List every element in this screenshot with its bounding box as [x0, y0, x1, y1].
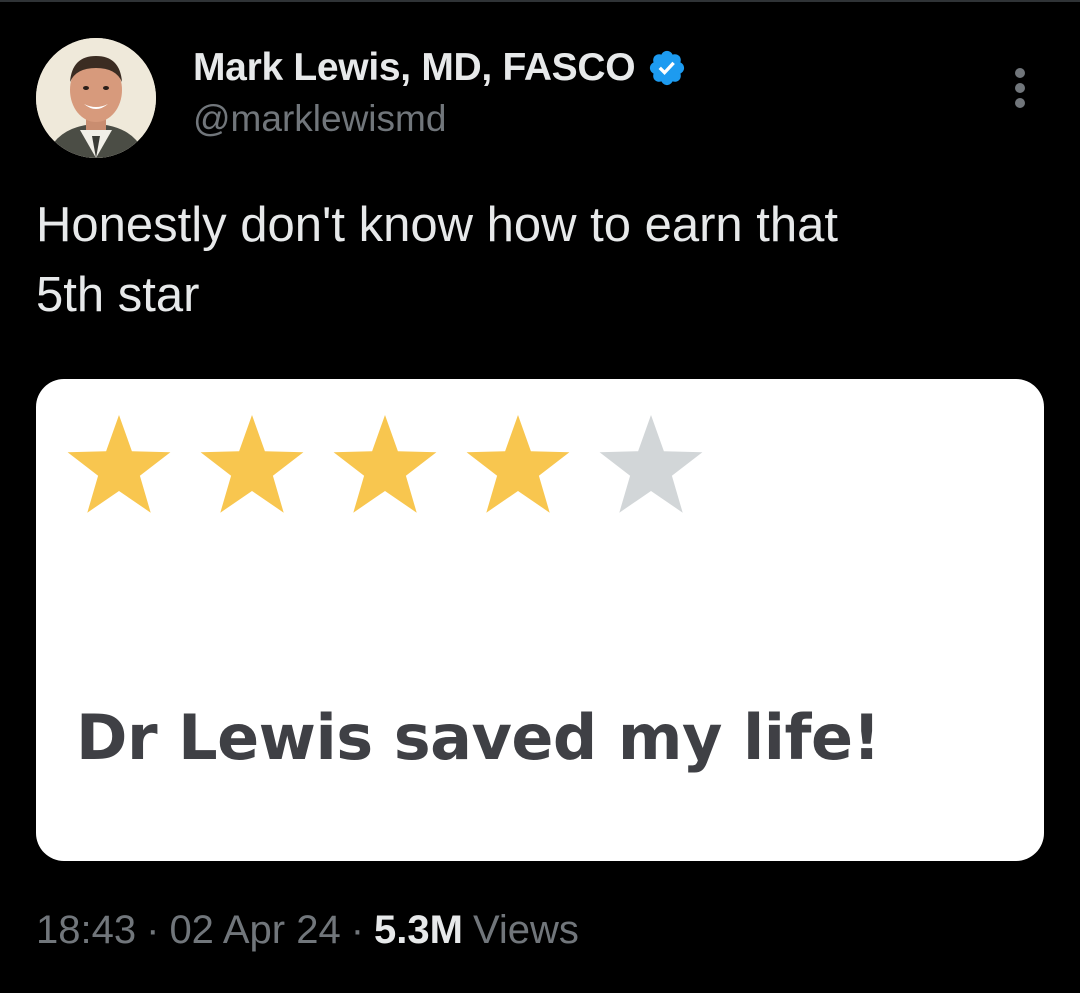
views-label: Views: [472, 907, 579, 952]
tweet-meta: 18:43 · 02 Apr 24 · 5.3M Views: [36, 900, 579, 960]
tweet-media-image[interactable]: Dr Lewis saved my life!: [36, 379, 1044, 861]
star-filled-icon: [200, 415, 304, 513]
star-filled-icon: [67, 415, 171, 513]
verified-badge-icon: [650, 50, 685, 86]
more-vertical-icon[interactable]: [1006, 66, 1034, 110]
star-rating: [67, 415, 703, 513]
tweet-text: Honestly don't know how to earn that 5th…: [36, 198, 838, 322]
author-name-row[interactable]: Mark Lewis, MD, FASCO: [193, 44, 687, 92]
tweet-date[interactable]: 02 Apr 24: [169, 908, 340, 953]
top-divider: [0, 0, 1080, 2]
star-empty-icon: [599, 415, 703, 513]
tweet-time[interactable]: 18:43: [36, 908, 136, 953]
star-filled-icon: [333, 415, 437, 513]
star-filled-icon: [466, 415, 570, 513]
avatar[interactable]: [36, 38, 156, 158]
author-display-name[interactable]: Mark Lewis, MD, FASCO: [193, 46, 636, 90]
views-count[interactable]: 5.3M: [374, 908, 463, 953]
author-handle[interactable]: @marklewismd: [193, 98, 446, 140]
meta-separator: ·: [146, 907, 160, 952]
review-text: Dr Lewis saved my life!: [76, 701, 881, 774]
meta-separator: ·: [350, 907, 365, 952]
